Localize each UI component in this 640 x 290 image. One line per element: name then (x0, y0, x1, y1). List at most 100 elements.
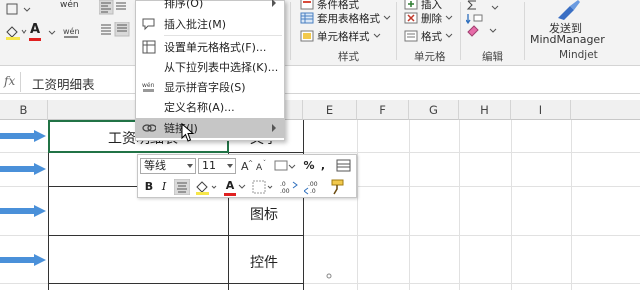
borders-icon[interactable] (252, 179, 276, 195)
menu-item-format-cells[interactable]: 设置单元格格式(F)... (136, 37, 284, 57)
font-color-bar (224, 193, 236, 196)
table-format-button[interactable]: 套用表格格式 (300, 10, 391, 26)
col-gridline (409, 120, 410, 290)
column-header-d[interactable] (285, 100, 303, 120)
menu-item-label: 插入批注(M) (164, 18, 227, 31)
font-size-grow-shrink-icon[interactable]: A ^ A ˇ (240, 158, 270, 174)
cell-control-label[interactable]: 控件 (250, 252, 278, 272)
align-left-button[interactable] (98, 0, 133, 19)
col-gridline (511, 120, 512, 290)
svg-text:.00: .00 (308, 181, 318, 188)
col-gridline (357, 120, 358, 290)
font-size-value: 11 (202, 159, 216, 172)
font-name-select[interactable]: 等线 (140, 158, 196, 174)
chevron-down-icon (187, 164, 193, 168)
fill-bucket-icon (6, 26, 27, 40)
table-format-label: 套用表格格式 (317, 12, 380, 25)
fill-bucket-icon[interactable] (194, 179, 220, 195)
menu-item-define-name[interactable]: 定义名称(A)... (136, 97, 284, 117)
cell-icon-label[interactable]: 图标 (250, 204, 278, 224)
decrease-decimal-icon[interactable]: .00.0 (304, 179, 326, 195)
svg-text:^: ^ (248, 160, 253, 167)
column-header-h[interactable]: H (459, 100, 511, 120)
mindmanager-label[interactable]: MindManager (530, 33, 605, 46)
orientation-button[interactable]: wén (62, 24, 90, 43)
submenu-arrow-icon (272, 124, 276, 132)
font-color-button[interactable]: A (224, 178, 236, 194)
italic-button[interactable]: I (158, 179, 170, 195)
ribbon: wén A wén 条件格式 套用表格格式 单元格样式 样式 插入 删除 格式 … (0, 0, 640, 66)
align-center-icon[interactable] (174, 179, 190, 195)
column-header-f[interactable]: F (357, 100, 409, 120)
phonetic-button[interactable]: wén (60, 0, 79, 10)
svg-text:A: A (256, 163, 263, 173)
phonetic-label: wén (60, 0, 79, 10)
fx-icon[interactable]: fx (4, 74, 15, 88)
editing-icons (465, 0, 499, 37)
increase-decimal-icon[interactable]: .0.00 (280, 179, 302, 195)
svg-text:ˇ: ˇ (263, 160, 266, 167)
menu-item-link[interactable]: 链接(I) (136, 118, 284, 138)
bold-button[interactable]: B (142, 179, 156, 195)
editing-group-label: 编辑 (482, 51, 503, 63)
menu-item-insert-comment[interactable]: 插入批注(M) (136, 14, 284, 34)
font-color-button[interactable]: A (29, 22, 41, 41)
column-header-e[interactable]: E (303, 100, 357, 120)
table-border (303, 120, 304, 290)
col-gridline (571, 120, 572, 290)
fill-color-button[interactable] (4, 24, 28, 43)
menu-item-label: 从下拉列表中选择(K)... (164, 61, 279, 74)
menu-separator (164, 35, 282, 36)
autosum-button[interactable] (465, 0, 516, 51)
align-center-button[interactable] (99, 21, 133, 41)
font-group-label-stub (4, 50, 104, 63)
format-button[interactable]: 格式 (404, 28, 453, 44)
column-header-b[interactable]: B (0, 100, 48, 120)
table-border (48, 283, 304, 284)
font-size-select[interactable]: 11 (198, 158, 236, 174)
col-gridline (459, 120, 460, 290)
table-icon[interactable] (336, 159, 352, 173)
comma-button[interactable]: , (318, 158, 328, 174)
conditional-format-icon (300, 0, 314, 10)
accounting-format-icon[interactable] (274, 158, 298, 174)
percent-button[interactable]: % (302, 158, 316, 174)
svg-text:.00: .00 (280, 188, 290, 195)
column-header-g[interactable]: G (409, 100, 459, 120)
chevron-down-icon (373, 33, 380, 38)
ribbon-separator (396, 2, 397, 60)
ribbon-separator (460, 2, 461, 60)
svg-text:.0: .0 (310, 188, 316, 195)
font-color-glyph: A (225, 179, 235, 192)
delete-button[interactable]: 删除 (404, 10, 453, 26)
column-header-j[interactable] (571, 100, 640, 120)
comment-icon (142, 18, 155, 31)
format-painter-icon[interactable] (330, 179, 348, 195)
menu-item-pick-from-list[interactable]: 从下拉列表中选择(K)... (136, 57, 284, 77)
menu-item-sort[interactable]: 排序(O) (136, 0, 284, 13)
chevron-down-icon (445, 33, 453, 38)
phonetic-icon: wén (142, 82, 155, 92)
formula-input[interactable]: 工资明细表 (32, 74, 95, 93)
resize-handle-icon[interactable] (326, 273, 332, 279)
styles-group-label: 样式 (338, 51, 359, 63)
menu-item-phonetic[interactable]: wén 显示拼音字段(S) (136, 77, 284, 97)
column-header-c[interactable] (48, 100, 137, 120)
menu-item-label: 定义名称(A)... (164, 101, 235, 114)
insert-cells-icon (404, 0, 418, 10)
chevron-down-icon[interactable] (238, 184, 246, 190)
ribbon-separator (290, 2, 291, 60)
font-border-button[interactable] (6, 2, 46, 19)
align-center-icon (101, 21, 130, 37)
arrow-right-icon (0, 130, 46, 142)
menu-item-label: 设置单元格格式(F)... (164, 41, 267, 54)
svg-text:.0: .0 (280, 181, 286, 188)
link-icon (142, 124, 156, 132)
formula-bar-divider (20, 72, 21, 92)
font-color-glyph: A (30, 22, 41, 37)
cell-style-button[interactable]: 单元格样式 (300, 28, 381, 44)
arrow-right-icon (0, 205, 46, 217)
column-header-i[interactable]: I (511, 100, 571, 120)
ribbon-separator (524, 2, 525, 60)
font-color-dropdown[interactable] (48, 28, 56, 39)
